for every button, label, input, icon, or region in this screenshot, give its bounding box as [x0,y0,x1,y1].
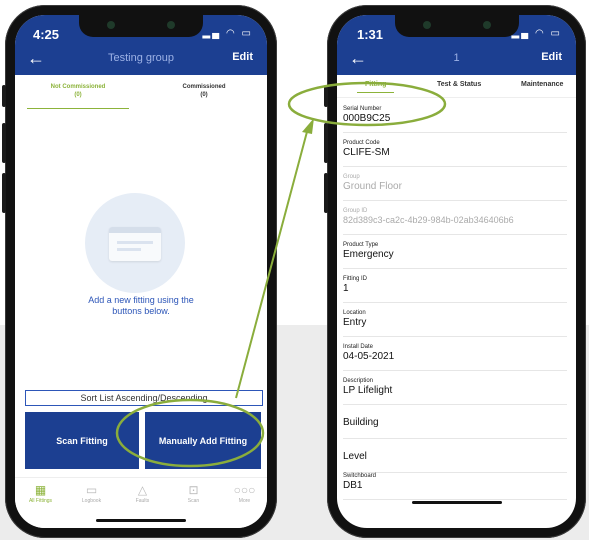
right-screen: 1:31 ▂▄ ◠ ▭ ← 1 Edit Fitting Test & Stat… [337,15,576,528]
field-label: Group [343,174,360,180]
phone-side-button [2,123,6,163]
empty-state-message: Add a new fitting using the buttons belo… [15,295,267,317]
phone-side-button [324,85,328,107]
field-value: 04-05-2021 [343,351,395,362]
tabbar-item-scan[interactable]: ⊡ Scan [168,482,219,504]
field-value: 000B9C25 [343,113,391,124]
field-serial-number: Serial Number 000B9C25 [343,98,567,133]
field-label: Group ID [343,208,368,214]
nav-title: 1 [453,52,460,64]
calendar-icon: ▭ [85,483,98,497]
field-group: Group Ground Floor [343,166,567,201]
field-location: Location Entry [343,302,567,337]
field-value: Level [343,451,367,462]
edit-button[interactable]: Edit [541,51,562,63]
field-value: 82d389c3-ca2c-4b29-984b-02ab346406b6 [343,215,514,225]
nav-title: Testing group [107,52,175,64]
field-value: CLIFE-SM [343,147,390,158]
field-label: Fitting ID [343,276,368,282]
field-label: Location [343,310,366,316]
tab-commissioned[interactable]: Commissioned (0) [141,83,267,99]
tab-not-commissioned[interactable]: Not Commissioned (0) [15,83,141,109]
edit-button[interactable]: Edit [232,51,253,63]
arrow-head [302,118,314,134]
tabbar-item-more[interactable]: ○○○ More [219,482,267,504]
tabbar-label: All Fittings [28,498,53,504]
detail-tabs: Fitting Test & Status Maintenance [337,75,576,98]
scan-icon: ⊡ [188,483,199,497]
tabbar-label: Faults [135,498,150,504]
field-label: Install Date [343,344,374,350]
sort-list-button[interactable]: Sort List Ascending/Descending [25,390,263,406]
manually-add-fitting-button[interactable]: Manually Add Fitting [145,412,261,469]
tab-test-status[interactable]: Test & Status [437,81,481,88]
status-time: 1:31 [357,27,384,42]
field-value: Entry [343,317,367,328]
home-indicator [96,519,186,522]
commission-tabs: Not Commissioned (0) Commissioned (0) [15,75,267,111]
field-label: Product Code [343,140,380,146]
more-icon: ○○○ [233,483,256,497]
field-building: Building [343,404,567,439]
field-fitting-id: Fitting ID 1 [343,268,567,303]
tabbar-item-faults[interactable]: △ Faults [117,482,168,504]
field-label: Serial Number [343,106,382,112]
field-switchboard: Switchboard DB1 [343,465,567,500]
tab-maintenance[interactable]: Maintenance [521,81,563,88]
field-value: Building [343,417,379,428]
field-description: Description LP Lifelight [343,370,567,405]
tabbar-label: More [238,498,251,504]
field-value: Ground Floor [343,181,402,192]
phone-side-button [324,123,328,163]
tabbar-item-all-fittings[interactable]: ▦ All Fittings [15,482,66,504]
phone-side-button [324,173,328,213]
grid-icon: ▦ [34,483,47,497]
field-value: Emergency [343,249,394,260]
phone-side-button [2,85,6,107]
field-value: LP Lifelight [343,385,393,396]
status-icons: ▂▄ ◠ ▭ [202,28,253,39]
tab-count: (0) [74,92,82,98]
field-label: Product Type [343,242,379,248]
tabbar-item-logbook[interactable]: ▭ Logbook [66,482,117,504]
left-screen: 4:25 ▂▄ ◠ ▭ ← Testing group Edit Not Com… [15,15,267,528]
tab-label: Not Commissioned [50,84,106,90]
field-group-id: Group ID 82d389c3-ca2c-4b29-984b-02ab346… [343,200,567,235]
camera-notch [394,15,519,37]
camera-notch [79,15,203,37]
field-label: Switchboard [343,473,377,479]
field-value: DB1 [343,480,363,491]
warning-icon: △ [137,483,148,497]
right-phone: 1:31 ▂▄ ◠ ▭ ← 1 Edit Fitting Test & Stat… [324,5,586,538]
field-install-date: Install Date 04-05-2021 [343,336,567,371]
tabbar-label: Scan [187,498,200,504]
field-product-type: Product Type Emergency [343,234,567,269]
phone-side-button [2,173,6,213]
empty-message-line: buttons below. [112,306,170,316]
tab-fitting[interactable]: Fitting [356,81,395,93]
status-time: 4:25 [33,27,60,42]
empty-state-illustration [85,193,185,293]
tab-count: (0) [200,92,208,98]
left-phone: 4:25 ▂▄ ◠ ▭ ← Testing group Edit Not Com… [2,5,277,538]
field-product-code: Product Code CLIFE-SM [343,132,567,167]
status-icons: ▂▄ ◠ ▭ [511,28,562,39]
field-label: Description [343,378,374,384]
tab-label: Commissioned [182,84,226,90]
home-indicator [411,501,502,504]
scan-fitting-button[interactable]: Scan Fitting [25,412,139,469]
field-value: 1 [343,283,349,294]
empty-message-line: Add a new fitting using the [88,295,194,305]
tabbar-label: Logbook [81,498,102,504]
bottom-tab-bar: ▦ All Fittings ▭ Logbook △ Faults ⊡ Scan… [15,477,267,528]
